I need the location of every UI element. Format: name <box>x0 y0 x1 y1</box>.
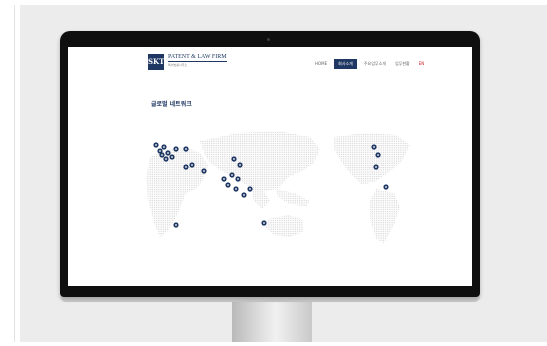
office-marker-center <box>167 152 169 154</box>
nav-item-home[interactable]: HOME <box>313 59 329 68</box>
office-marker-center <box>171 156 173 158</box>
office-marker-center <box>373 146 375 148</box>
office-marker-center <box>159 150 161 152</box>
office-marker-center <box>237 178 239 180</box>
office-marker-center <box>385 186 387 188</box>
office-marker-center <box>161 154 163 156</box>
camera-icon <box>267 38 270 41</box>
office-marker-center <box>243 194 245 196</box>
monitor-stand <box>232 300 312 342</box>
left-divider <box>14 5 15 342</box>
site-header: SKT PATENT & LAW FIRM 특허법률사무소 HOME 회사소개 … <box>68 47 472 83</box>
office-marker-center <box>191 164 193 166</box>
office-marker-center <box>175 224 177 226</box>
nav-item-services[interactable]: 주요업무소개 <box>362 59 388 69</box>
office-marker-center <box>175 148 177 150</box>
office-marker-center <box>185 148 187 150</box>
nav-menu: HOME 회사소개 주요업무소개 업무현황 EN <box>313 58 427 69</box>
office-marker-center <box>375 166 377 168</box>
world-map-svg <box>146 131 410 243</box>
office-marker-center <box>223 178 225 180</box>
office-marker-center <box>263 222 265 224</box>
nav-item-language[interactable]: EN <box>417 59 427 68</box>
office-marker-center <box>227 184 229 186</box>
office-marker-center <box>239 164 241 166</box>
office-marker-center <box>165 158 167 160</box>
office-marker-center <box>231 174 233 176</box>
section-title: 글로벌 네트워크 <box>151 101 192 108</box>
nav-item-about[interactable]: 회사소개 <box>334 58 357 69</box>
office-marker-center <box>203 170 205 172</box>
website-screen: SKT PATENT & LAW FIRM 특허법률사무소 HOME 회사소개 … <box>68 47 472 286</box>
nav-item-status[interactable]: 업무현황 <box>393 59 412 69</box>
logo-mark[interactable]: SKT <box>148 54 164 70</box>
logo-subtitle: 특허법률사무소 <box>168 63 188 67</box>
office-marker-center <box>185 166 187 168</box>
office-marker-center <box>377 154 379 156</box>
monitor: SKT PATENT & LAW FIRM 특허법률사무소 HOME 회사소개 … <box>60 31 480 297</box>
office-marker-center <box>249 188 251 190</box>
office-marker-center <box>235 188 237 190</box>
office-marker-center <box>155 144 157 146</box>
office-marker-center <box>233 158 235 160</box>
world-map <box>138 127 438 257</box>
logo-name[interactable]: PATENT & LAW FIRM <box>168 54 227 62</box>
office-marker-center <box>163 146 165 148</box>
